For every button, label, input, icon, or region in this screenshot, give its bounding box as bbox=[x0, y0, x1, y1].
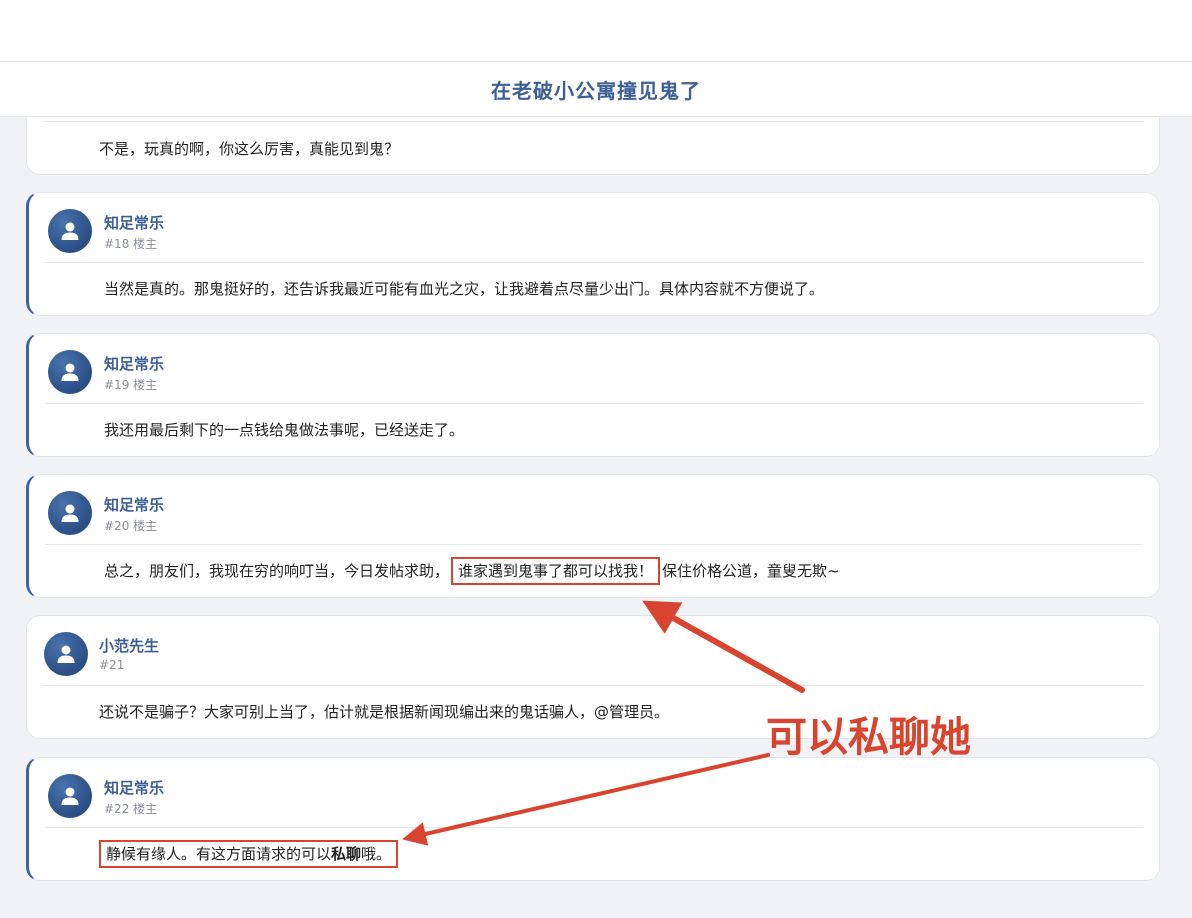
annotation-callout: 可以私聊她 bbox=[766, 713, 971, 761]
annotation-arrows bbox=[402, 600, 805, 846]
arrow-to-post-20 bbox=[642, 600, 805, 693]
arrow-to-post-22 bbox=[402, 753, 770, 846]
